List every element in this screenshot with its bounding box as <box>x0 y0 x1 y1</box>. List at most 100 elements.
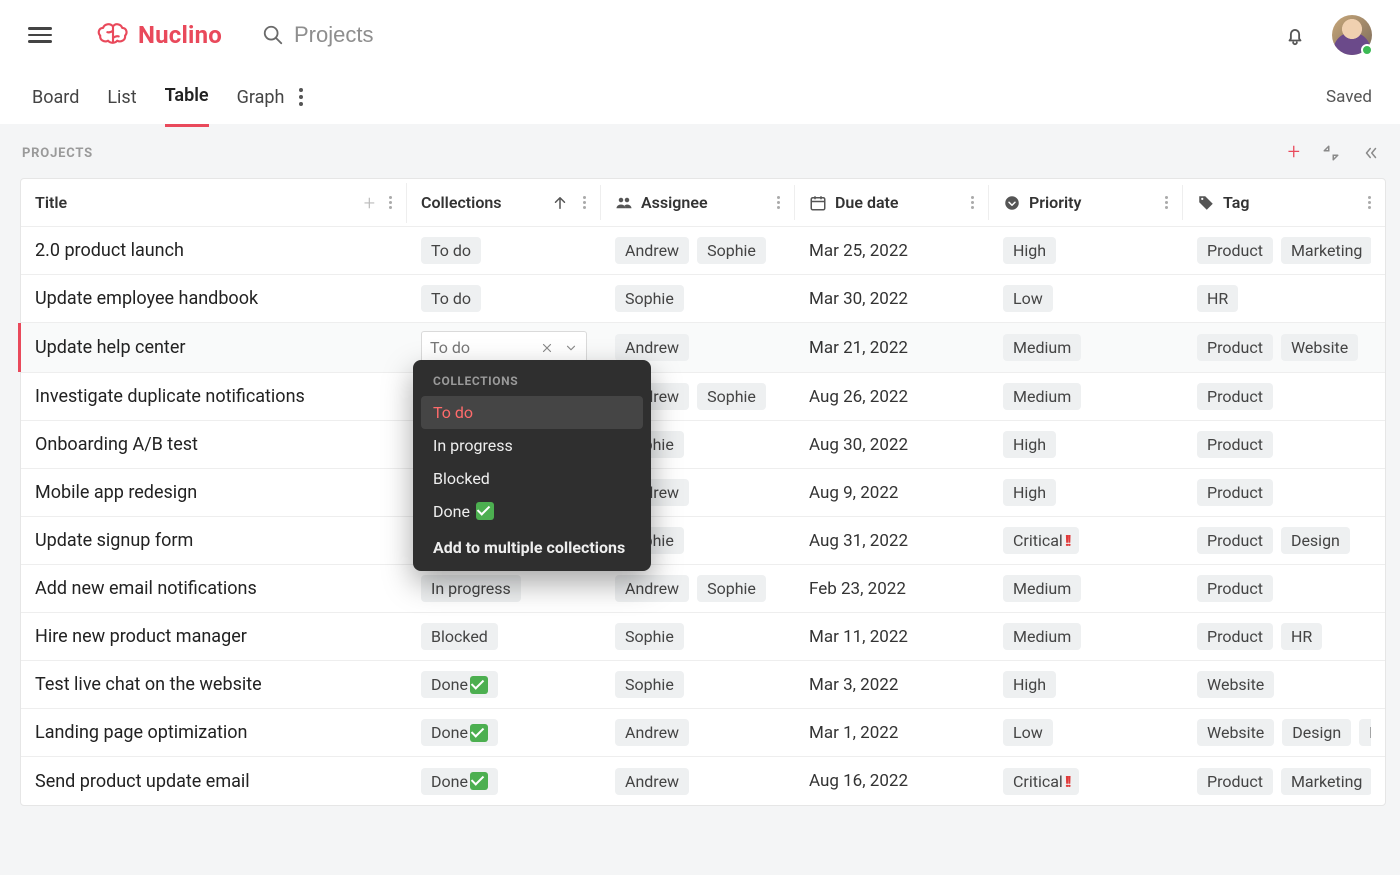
column-title[interactable]: Title <box>35 193 67 212</box>
due-date[interactable]: Mar 1, 2022 <box>809 723 898 743</box>
tag-chip[interactable]: Product <box>1197 237 1273 264</box>
view-tab-board[interactable]: Board <box>32 87 79 126</box>
column-menu-icon[interactable] <box>777 194 780 211</box>
collection-chip[interactable]: Done <box>421 719 498 746</box>
add-column-icon[interactable]: + <box>364 191 375 215</box>
tag-chip[interactable]: Design <box>1282 719 1351 746</box>
row-title[interactable]: Update help center <box>35 337 185 358</box>
due-date[interactable]: Aug 16, 2022 <box>809 771 908 791</box>
priority-chip[interactable]: Critical !! <box>1003 768 1079 795</box>
assignee-chip[interactable]: Sophie <box>697 575 766 602</box>
tag-chip[interactable]: Product <box>1197 383 1273 410</box>
assignee-chip[interactable]: Sophie <box>697 237 766 264</box>
assignee-chip[interactable]: Andrew <box>615 768 689 795</box>
add-item-button[interactable]: + <box>1288 142 1300 164</box>
row-title[interactable]: Landing page optimization <box>35 722 247 743</box>
assignee-chip[interactable]: Sophie <box>615 285 684 312</box>
menu-button[interactable] <box>28 23 52 47</box>
column-assignee[interactable]: Assignee <box>641 193 708 212</box>
row-title[interactable]: Update employee handbook <box>35 288 258 309</box>
table-row[interactable]: Hire new product managerBlocked SophieMa… <box>21 613 1385 661</box>
tag-chip[interactable]: Product <box>1197 768 1273 795</box>
view-tab-list[interactable]: List <box>107 87 136 126</box>
column-priority[interactable]: Priority <box>1029 193 1081 212</box>
bell-icon[interactable] <box>1284 24 1306 46</box>
table-row[interactable]: Onboarding A/B testTo do SophieAug 30, 2… <box>21 421 1385 469</box>
column-menu-icon[interactable] <box>583 194 586 211</box>
tag-chip[interactable]: Product <box>1197 334 1273 361</box>
dropdown-item[interactable]: Blocked <box>421 462 643 495</box>
priority-chip[interactable]: Medium <box>1003 575 1081 602</box>
collection-chip[interactable]: To do <box>421 285 481 312</box>
collection-chip[interactable]: Done <box>421 671 498 698</box>
row-title[interactable]: Send product update email <box>35 771 250 792</box>
priority-chip[interactable]: Low <box>1003 719 1053 746</box>
assignee-chip[interactable]: Andrew <box>615 575 689 602</box>
priority-chip[interactable]: High <box>1003 237 1056 264</box>
priority-chip[interactable]: High <box>1003 671 1056 698</box>
tag-chip[interactable]: HR <box>1197 285 1238 312</box>
tag-chip[interactable]: HR <box>1281 623 1322 650</box>
collapse-icon[interactable] <box>1322 144 1340 162</box>
tag-chip[interactable]: Marketing <box>1281 237 1371 264</box>
due-date[interactable]: Feb 23, 2022 <box>809 579 906 599</box>
priority-chip[interactable]: High <box>1003 479 1056 506</box>
dropdown-item[interactable]: In progress <box>421 429 643 462</box>
collapse-panel-icon[interactable] <box>1362 144 1380 162</box>
row-title[interactable]: 2.0 product launch <box>35 240 184 261</box>
clear-icon[interactable] <box>540 341 554 355</box>
tag-chip[interactable]: Marketing <box>1359 719 1371 746</box>
due-date[interactable]: Aug 9, 2022 <box>809 483 898 503</box>
collection-chip[interactable]: To do <box>421 237 481 264</box>
tag-chip[interactable]: Design <box>1281 527 1350 554</box>
row-title[interactable]: Hire new product manager <box>35 626 247 647</box>
assignee-chip[interactable]: Sophie <box>697 383 766 410</box>
due-date[interactable]: Mar 30, 2022 <box>809 289 908 309</box>
chevron-down-icon[interactable] <box>564 341 578 355</box>
view-tab-graph[interactable]: Graph <box>237 87 285 126</box>
tag-chip[interactable]: Marketing <box>1281 768 1371 795</box>
assignee-chip[interactable]: Andrew <box>615 237 689 264</box>
row-title[interactable]: Update signup form <box>35 530 193 551</box>
priority-chip[interactable]: Medium <box>1003 334 1081 361</box>
dropdown-item[interactable]: To do <box>421 396 643 429</box>
tag-chip[interactable]: Product <box>1197 431 1273 458</box>
column-menu-icon[interactable] <box>389 194 392 211</box>
due-date[interactable]: Mar 3, 2022 <box>809 675 898 695</box>
table-row[interactable]: Update signup formTo do SophieAug 31, 20… <box>21 517 1385 565</box>
column-menu-icon[interactable] <box>1368 194 1371 211</box>
due-date[interactable]: Mar 25, 2022 <box>809 241 908 261</box>
due-date[interactable]: Mar 21, 2022 <box>809 338 908 358</box>
column-due[interactable]: Due date <box>835 193 899 212</box>
tag-chip[interactable]: Product <box>1197 575 1273 602</box>
row-title[interactable]: Test live chat on the website <box>35 674 262 695</box>
tag-chip[interactable]: Product <box>1197 623 1273 650</box>
tag-chip[interactable]: Website <box>1197 719 1274 746</box>
priority-chip[interactable]: Medium <box>1003 383 1081 410</box>
table-row[interactable]: Landing page optimizationDone AndrewMar … <box>21 709 1385 757</box>
due-date[interactable]: Mar 11, 2022 <box>809 627 908 647</box>
tag-chip[interactable]: Product <box>1197 479 1273 506</box>
collection-chip[interactable]: In progress <box>421 575 521 602</box>
assignee-chip[interactable]: Sophie <box>615 623 684 650</box>
dropdown-item[interactable]: Done <box>421 495 643 528</box>
column-collections[interactable]: Collections <box>421 193 502 212</box>
view-tab-table[interactable]: Table <box>165 85 209 127</box>
row-title[interactable]: Onboarding A/B test <box>35 434 198 455</box>
column-menu-icon[interactable] <box>1165 194 1168 211</box>
priority-chip[interactable]: Medium <box>1003 623 1081 650</box>
collection-chip[interactable]: Done <box>421 768 498 795</box>
priority-chip[interactable]: Low <box>1003 285 1053 312</box>
priority-chip[interactable]: High <box>1003 431 1056 458</box>
logo[interactable]: Nuclino <box>96 21 222 49</box>
table-row[interactable]: Add new email notificationsIn progress A… <box>21 565 1385 613</box>
sort-asc-icon[interactable] <box>551 194 569 212</box>
views-more-icon[interactable] <box>292 88 310 124</box>
column-menu-icon[interactable] <box>971 194 974 211</box>
priority-chip[interactable]: Critical !! <box>1003 527 1079 554</box>
table-row[interactable]: Send product update email Done Andrew Aug … <box>21 757 1385 805</box>
tag-chip[interactable]: Website <box>1281 334 1358 361</box>
row-title[interactable]: Investigate duplicate notifications <box>35 386 305 407</box>
tag-chip[interactable]: Product <box>1197 527 1273 554</box>
assignee-chip[interactable]: Sophie <box>615 671 684 698</box>
